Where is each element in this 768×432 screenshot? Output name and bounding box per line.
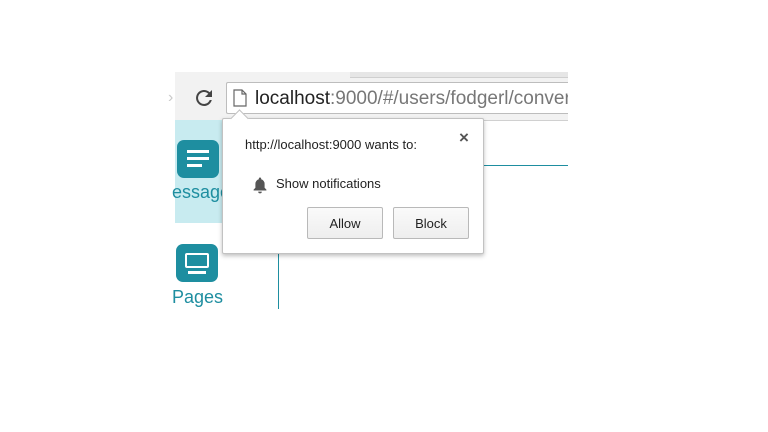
reload-button[interactable] — [192, 86, 216, 110]
close-button[interactable]: × — [459, 129, 469, 147]
permission-label: Show notifications — [276, 176, 381, 191]
block-button[interactable]: Block — [393, 207, 469, 239]
bell-icon — [253, 177, 267, 194]
popup-title: http://localhost:9000 wants to: — [245, 137, 417, 152]
notification-permission-popup: http://localhost:9000 wants to: × Show n… — [222, 109, 484, 254]
url-host: localhost — [255, 88, 330, 109]
browser-tab-edge — [350, 72, 568, 78]
url-text: localhost:9000/#/users/fodgerl/conver — [255, 87, 568, 111]
messages-icon — [177, 140, 219, 178]
allow-button[interactable]: Allow — [307, 207, 383, 239]
reload-icon — [196, 89, 212, 106]
page-icon — [233, 89, 247, 107]
content-divider-horizontal — [484, 165, 568, 166]
pages-icon — [176, 244, 218, 282]
forward-button[interactable]: › — [168, 88, 182, 108]
url-path: :9000/#/users/fodgerl/conver — [330, 88, 568, 109]
address-bar[interactable]: localhost:9000/#/users/fodgerl/conver — [226, 82, 568, 114]
sidebar-item-label: Pages — [172, 287, 224, 307]
